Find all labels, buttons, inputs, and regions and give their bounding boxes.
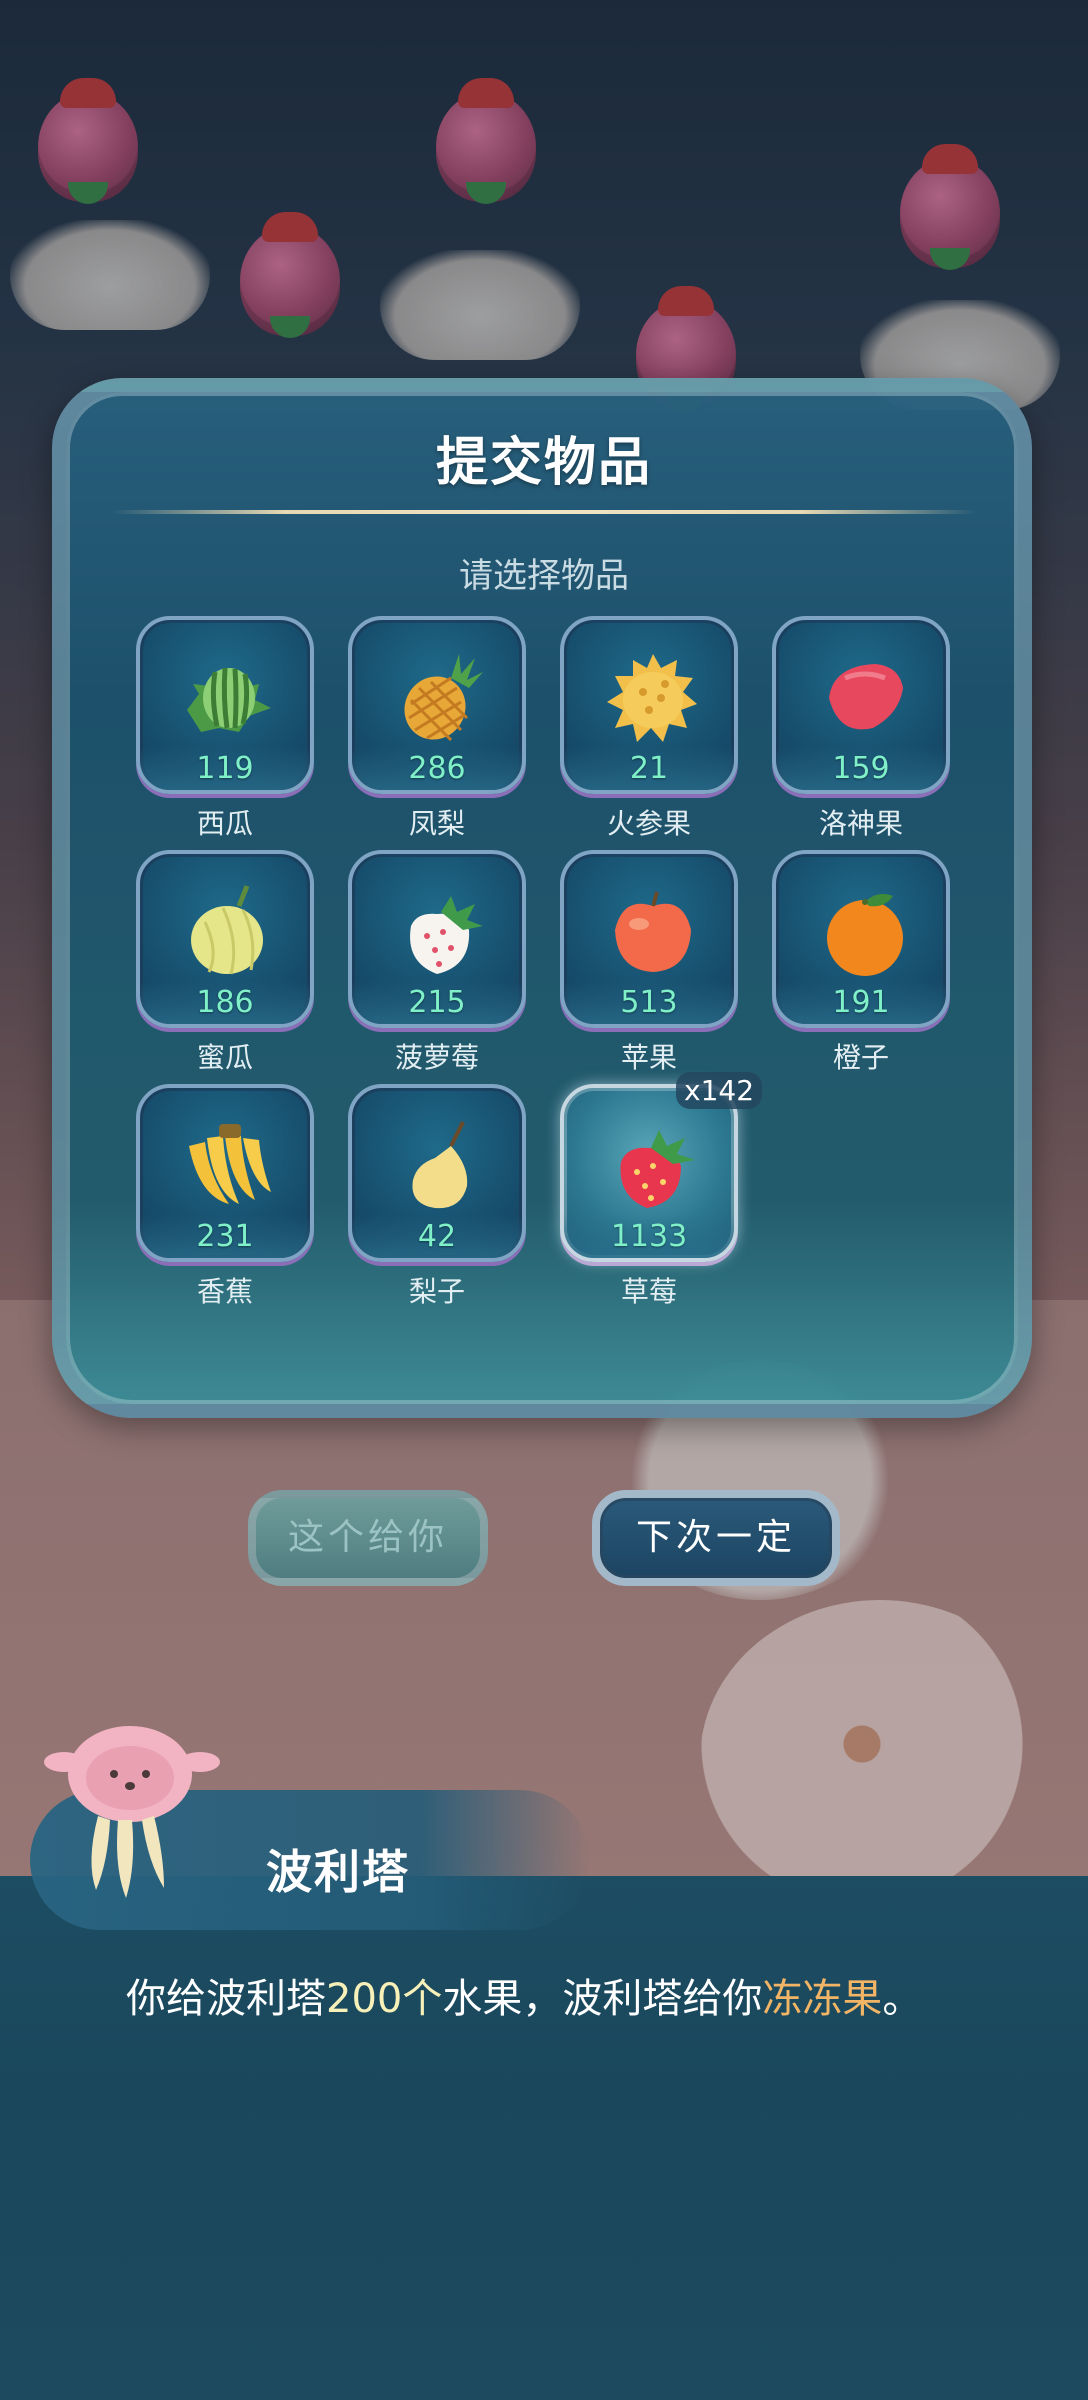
item-count: 231 xyxy=(196,1219,254,1254)
pineapple-icon xyxy=(404,654,483,742)
dialog-subtitle: 请选择物品 xyxy=(459,556,629,596)
item-count: 42 xyxy=(417,1219,457,1254)
watermelon-icon xyxy=(187,667,271,732)
dialogue-segment: 水果，波利塔给你 xyxy=(442,1976,763,2022)
item-count: 186 xyxy=(196,985,254,1020)
item-count: 215 xyxy=(408,985,466,1020)
item-count: 191 xyxy=(832,985,890,1020)
item-count: 286 xyxy=(408,751,466,786)
dialogue-segment: 你给波利塔 xyxy=(126,1976,326,2022)
strawberry-icon xyxy=(620,1130,695,1208)
item-name: 梨子 xyxy=(408,1275,465,1308)
item-count: 21 xyxy=(629,751,669,786)
item-count: 1133 xyxy=(610,1219,688,1254)
item-slot-horned-melon[interactable]: 21 火参果 xyxy=(560,616,738,846)
pineberry-icon xyxy=(410,896,483,974)
dialogue-text: 你给波利塔200个水果，波利塔给你冻冻果。 xyxy=(126,1966,922,2024)
item-slot-banana[interactable]: 231 香蕉 xyxy=(136,1084,314,1314)
item-name: 香蕉 xyxy=(196,1275,253,1308)
apple-icon xyxy=(615,891,691,972)
item-name: 草莓 xyxy=(620,1275,677,1308)
item-name: 西瓜 xyxy=(196,807,253,840)
orange-icon xyxy=(827,894,903,976)
selected-quantity-badge: x142 xyxy=(676,1072,763,1109)
speaker-name: 波利塔 xyxy=(266,1845,410,1899)
item-count: 159 xyxy=(832,751,890,786)
item-count: 119 xyxy=(196,751,254,786)
horned-melon-icon xyxy=(607,654,697,742)
dialogue-box[interactable] xyxy=(0,1876,1088,2400)
banana-icon xyxy=(189,1124,271,1204)
dialog-title: 提交物品 xyxy=(435,433,652,493)
item-name: 苹果 xyxy=(620,1041,677,1074)
give-this-button[interactable]: 这个给你 xyxy=(248,1490,488,1586)
item-slot-roselle[interactable]: 159 洛神果 xyxy=(772,616,950,846)
title-divider xyxy=(112,510,976,514)
item-name: 橙子 xyxy=(832,1041,889,1074)
item-name: 火参果 xyxy=(606,807,691,840)
honeydew-icon xyxy=(191,885,263,975)
item-slot-pineberry[interactable]: 215 菠萝莓 xyxy=(348,850,526,1080)
item-name: 凤梨 xyxy=(408,807,465,840)
dialogue-segment: 。 xyxy=(882,1976,923,2022)
item-name: 菠萝莓 xyxy=(394,1041,479,1074)
item-slot-watermelon[interactable]: 119 西瓜 xyxy=(136,616,314,846)
item-slot-honeydew[interactable]: 186 蜜瓜 xyxy=(136,850,314,1080)
dialogue-amount-highlight: 200个 xyxy=(326,1976,443,2022)
item-slot-strawberry[interactable]: 1133 x142 草莓 xyxy=(560,1072,763,1314)
dialogue-reward-highlight: 冻冻果 xyxy=(762,1976,883,2022)
jellyfish-avatar-icon xyxy=(44,1726,220,1898)
item-slot-orange[interactable]: 191 橙子 xyxy=(772,850,950,1080)
pear-icon xyxy=(412,1121,468,1209)
next-time-button[interactable]: 下次一定 xyxy=(592,1490,840,1586)
item-name: 蜜瓜 xyxy=(196,1041,253,1074)
item-count: 513 xyxy=(620,985,678,1020)
roselle-icon xyxy=(829,664,903,730)
item-slot-pear[interactable]: 42 梨子 xyxy=(348,1084,526,1314)
item-slot-apple[interactable]: 513 苹果 xyxy=(560,850,738,1080)
item-slot-pineapple[interactable]: 286 凤梨 xyxy=(348,616,526,846)
item-name: 洛神果 xyxy=(818,807,903,840)
